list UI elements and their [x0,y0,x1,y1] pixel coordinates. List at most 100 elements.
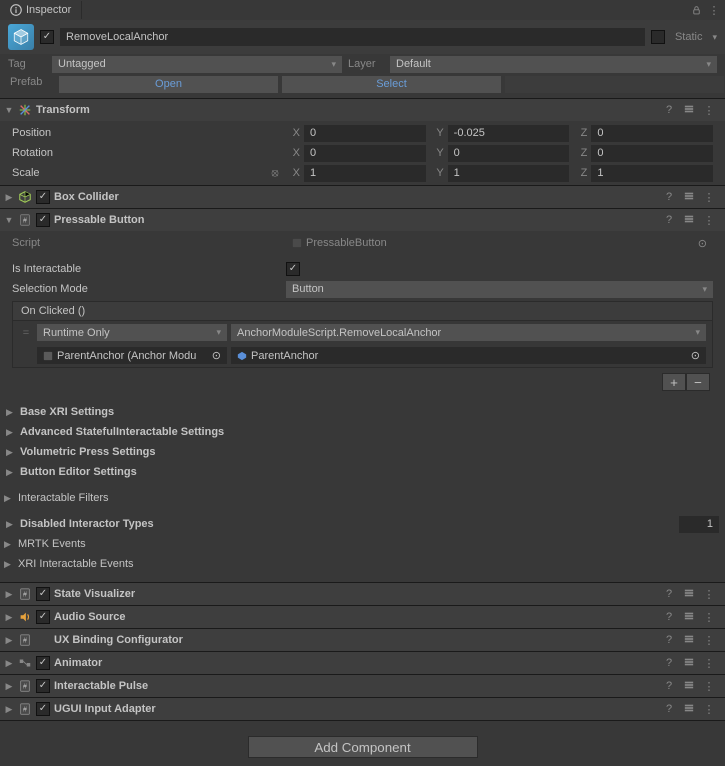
menu-icon[interactable]: ⋮ [703,634,715,647]
menu-icon[interactable]: ⋮ [703,611,715,624]
help-icon[interactable]: ? [663,191,675,204]
xri-interactable-events[interactable]: ▶XRI Interactable Events [0,554,725,574]
preset-icon[interactable] [683,104,695,117]
add-event-button[interactable]: + [662,373,686,391]
foldout-icon[interactable]: ▼ [4,105,14,115]
object-picker-icon[interactable]: ⊙ [212,349,221,362]
box-collider-enabled-checkbox[interactable] [36,190,50,204]
menu-icon[interactable]: ⋮ [703,588,715,601]
state-visualizer-header[interactable]: ▶ # State Visualizer ?⋮ [0,583,725,605]
foldout-icon[interactable]: ▶ [4,612,14,623]
position-x-input[interactable] [304,125,426,142]
object-picker-icon[interactable]: ⊙ [698,237,707,250]
button-editor-settings[interactable]: ▶Button Editor Settings [0,462,725,482]
selection-mode-dropdown[interactable]: Button [286,281,713,298]
foldout-icon[interactable]: ▶ [4,635,14,646]
name-input[interactable] [60,28,645,46]
lock-icon[interactable] [689,3,703,17]
preset-icon[interactable] [683,657,695,670]
menu-icon[interactable]: ⋮ [703,703,715,716]
enabled-checkbox[interactable] [40,30,54,44]
layer-dropdown[interactable]: Default [390,56,717,73]
scale-x-input[interactable] [304,165,426,182]
foldout-icon[interactable]: ▶ [4,658,14,669]
add-component-button[interactable]: Add Component [248,736,478,758]
menu-icon[interactable]: ⋮ [703,191,715,204]
preset-icon[interactable] [683,214,695,227]
scale-z-input[interactable] [591,165,713,182]
foldout-icon[interactable]: ▶ [4,681,14,692]
function-dropdown[interactable]: AnchorModuleScript.RemoveLocalAnchor [231,324,706,341]
preset-icon[interactable] [683,703,695,716]
enabled-checkbox[interactable] [36,702,50,716]
help-icon[interactable]: ? [663,588,675,601]
menu-icon[interactable]: ⋮ [703,657,715,670]
inspector-tab[interactable]: Inspector [0,1,82,19]
help-icon[interactable]: ? [663,634,675,647]
foldout-icon[interactable]: ▼ [4,215,14,225]
foldout-icon[interactable]: ▶ [4,589,14,600]
interactable-filters[interactable]: ▶Interactable Filters [0,488,725,508]
enabled-checkbox[interactable] [36,679,50,693]
enabled-checkbox[interactable] [36,656,50,670]
help-icon[interactable]: ? [663,104,675,117]
argument-field[interactable]: ParentAnchor ⊙ [231,347,706,364]
static-dropdown-arrow[interactable]: ▾ [712,32,717,43]
menu-icon[interactable]: ⋮ [703,104,715,117]
prefab-open-button[interactable]: Open [59,76,278,93]
info-icon [10,4,22,16]
script-icon: # [18,702,32,716]
enabled-checkbox[interactable] [36,610,50,624]
static-checkbox[interactable] [651,30,665,44]
target-object-field[interactable]: ParentAnchor (Anchor Modu ⊙ [37,347,227,364]
drag-handle-icon[interactable]: = [19,327,33,339]
menu-icon[interactable]: ⋮ [707,3,721,17]
preset-icon[interactable] [683,191,695,204]
position-label: Position [12,127,282,139]
position-z-input[interactable] [591,125,713,142]
object-picker-icon[interactable]: ⊙ [691,349,700,362]
preset-icon[interactable] [683,588,695,601]
foldout-icon[interactable]: ▶ [4,192,14,203]
advanced-stateful-settings[interactable]: ▶Advanced StatefulInteractable Settings [0,422,725,442]
interactable-label: Is Interactable [12,263,282,275]
position-y-input[interactable] [448,125,570,142]
help-icon[interactable]: ? [663,214,675,227]
help-icon[interactable]: ? [663,657,675,670]
base-xri-settings[interactable]: ▶Base XRI Settings [0,402,725,422]
volumetric-press-settings[interactable]: ▶Volumetric Press Settings [0,442,725,462]
enabled-checkbox[interactable] [36,587,50,601]
disabled-count-input[interactable] [679,516,719,533]
ux-binding-header[interactable]: ▶ # UX Binding Configurator ?⋮ [0,629,725,651]
interactable-pulse-header[interactable]: ▶ # Interactable Pulse ?⋮ [0,675,725,697]
menu-icon[interactable]: ⋮ [703,680,715,693]
scale-link-icon[interactable]: ⦻ [268,167,282,180]
preset-icon[interactable] [683,611,695,624]
box-collider-header[interactable]: ▶ Box Collider ? ⋮ [0,186,725,208]
help-icon[interactable]: ? [663,680,675,693]
rotation-x-input[interactable] [304,145,426,162]
interactable-checkbox[interactable] [286,262,300,276]
prefab-select-button[interactable]: Select [282,76,501,93]
foldout-icon[interactable]: ▶ [4,704,14,715]
help-icon[interactable]: ? [663,611,675,624]
ugui-input-adapter-header[interactable]: ▶ # UGUI Input Adapter ?⋮ [0,698,725,720]
pressable-button-header[interactable]: ▼ # Pressable Button ? ⋮ [0,209,725,231]
transform-header[interactable]: ▼ Transform ? ⋮ [0,99,725,121]
preset-icon[interactable] [683,634,695,647]
pressable-enabled-checkbox[interactable] [36,213,50,227]
rotation-y-input[interactable] [448,145,570,162]
call-state-dropdown[interactable]: Runtime Only [37,324,227,341]
tag-dropdown[interactable]: Untagged [52,56,342,73]
help-icon[interactable]: ? [663,703,675,716]
remove-event-button[interactable]: − [686,373,710,391]
scale-y-input[interactable] [448,165,570,182]
disabled-interactor-types[interactable]: ▶Disabled Interactor Types [0,514,725,534]
rotation-z-input[interactable] [591,145,713,162]
gameobject-icon[interactable] [8,24,34,50]
audio-source-header[interactable]: ▶ Audio Source ?⋮ [0,606,725,628]
mrtk-events[interactable]: ▶MRTK Events [0,534,725,554]
preset-icon[interactable] [683,680,695,693]
animator-header[interactable]: ▶ Animator ?⋮ [0,652,725,674]
menu-icon[interactable]: ⋮ [703,214,715,227]
